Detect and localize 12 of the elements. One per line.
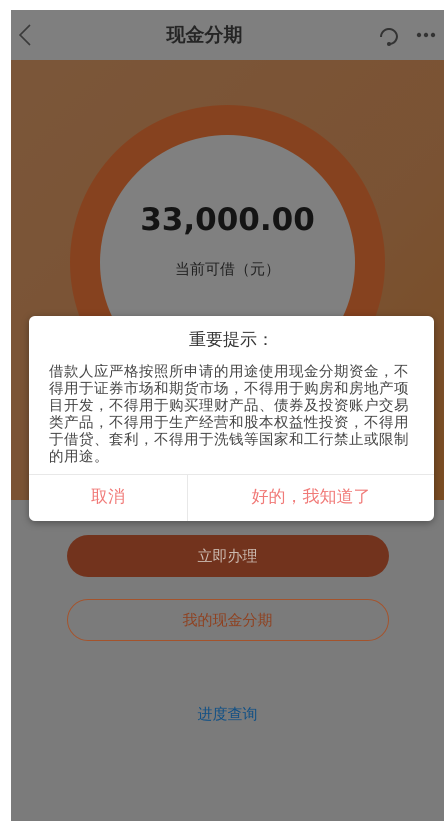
dialog-message: 借款人应严格按照所申请的用途使用现金分期资金，不得用于证券市场和期货市场，不得用于购房和房地产项目开发，不得用于购买理财产品、债券及投资账户交易类产品，不得用于生产经营和股本权益性投资，不得用于借贷、套利，不得用于洗钱等国家和工行禁止或限制的用途。: [48, 364, 410, 466]
available-amount: 33,000.00: [140, 201, 315, 240]
amount-label: 当前可借（元）: [175, 258, 280, 280]
page-title: 现金分期: [165, 22, 244, 48]
my-installments-button[interactable]: 我的现金分期: [66, 599, 388, 641]
more-icon[interactable]: [416, 32, 436, 38]
back-icon[interactable]: [19, 24, 31, 46]
cancel-button[interactable]: 取消: [29, 474, 188, 520]
progress-link[interactable]: 进度查询: [198, 703, 258, 726]
apply-button[interactable]: 立即办理: [66, 535, 388, 577]
confirm-button[interactable]: 好的，我知道了: [187, 474, 434, 520]
dialog-title: 重要提示：: [188, 329, 275, 352]
